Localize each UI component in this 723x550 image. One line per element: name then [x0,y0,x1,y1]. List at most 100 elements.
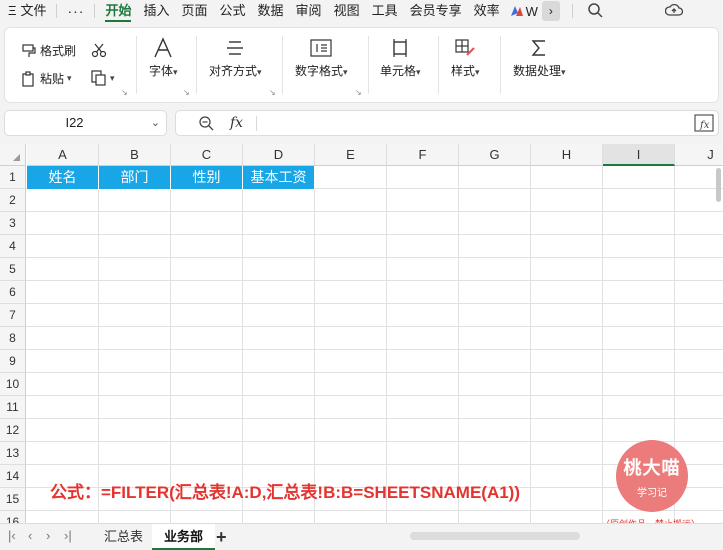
number-format-group: 数字格式▾ ↘ [283,28,369,102]
cloud-sync-icon[interactable] [664,2,684,21]
fx-icon[interactable]: fx [230,112,243,134]
row-header-6[interactable]: 6 [0,281,26,304]
chevron-down-icon: ▾ [475,67,480,77]
sheet-tab-summary[interactable]: 汇总表 [92,524,155,550]
dialog-launcher-icon[interactable]: ↘ [183,88,190,97]
row-header-8[interactable]: 8 [0,327,26,350]
name-box[interactable]: I22 ⌄ [4,110,167,136]
row-header-16[interactable]: 16 [0,511,26,523]
column-header-h[interactable]: H [531,144,603,166]
horizontal-scrollbar[interactable] [410,532,580,540]
row-header-2[interactable]: 2 [0,189,26,212]
grid-row-line [26,441,723,442]
menu-divider [571,4,573,18]
search-icon[interactable] [587,2,603,21]
add-sheet-button[interactable]: + [216,524,227,550]
menu-bar: Ξ 文件 ··· 开始 插入 页面 公式 数据 审阅 视图 工具 会员专享 效率 … [0,0,723,22]
row-header-7[interactable]: 7 [0,304,26,327]
formula-input[interactable] [264,111,688,135]
grid-column-line [530,166,531,523]
chevron-down-icon[interactable]: ⌄ [151,111,160,135]
column-header-b[interactable]: B [99,144,171,166]
formula-divider [256,116,257,131]
dialog-launcher-icon[interactable]: ↘ [121,88,128,97]
paste-button[interactable]: 粘贴 ▾ [21,70,72,87]
zoom-icon[interactable] [198,115,214,134]
data-process-button[interactable]: 数据处理▾ [513,34,566,79]
insert-function-icon[interactable]: fx [694,114,714,135]
align-button[interactable]: 对齐方式▾ [209,34,262,79]
grid-row-line [26,395,723,396]
tab-tools[interactable]: 工具 [366,0,404,22]
scissors-icon [91,43,107,58]
cell-button[interactable]: 单元格▾ [380,34,421,79]
prev-sheet-icon[interactable]: ‹ [28,528,32,543]
hamburger-icon: Ξ [8,3,17,18]
column-header-a[interactable]: A [27,144,99,166]
row-header-10[interactable]: 10 [0,373,26,396]
header-cell-name[interactable]: 姓名 [27,166,99,189]
tab-member[interactable]: 会员专享 [404,0,468,22]
copy-button[interactable]: ▾ [91,70,115,86]
tab-review[interactable]: 审阅 [290,0,328,22]
tab-data[interactable]: 数据 [252,0,290,22]
tab-formula[interactable]: 公式 [214,0,252,22]
grid-row-line [26,211,723,212]
file-menu[interactable]: Ξ 文件 [0,0,52,22]
row-header-9[interactable]: 9 [0,350,26,373]
svg-text:fx: fx [699,120,710,131]
clipboard-group: 格式刷 粘贴 ▾ ▾ ↘ [5,28,137,102]
sheet-tab-business[interactable]: 业务部 [152,524,216,550]
column-header-e[interactable]: E [315,144,387,166]
dialog-launcher-icon[interactable]: ↘ [355,88,362,97]
column-header-i[interactable]: I [603,144,675,166]
column-header-c[interactable]: C [171,144,243,166]
spreadsheet-grid[interactable]: ABCDEFGHIJ 1 2 3 4 5 6 7 8 9 10 11 12 13 14 15 16 姓名 部门… [0,144,723,523]
header-cell-gender[interactable]: 性别 [171,166,243,189]
row-header-14[interactable]: 14 [0,465,26,488]
font-a-icon [154,37,172,58]
dialog-launcher-icon[interactable]: ↘ [269,88,276,97]
formula-bar: fx fx [175,110,719,136]
next-sheet-icon[interactable]: › [46,528,50,543]
chevron-down-icon: ▾ [173,67,178,77]
row-header-5[interactable]: 5 [0,258,26,281]
wps-ai-tab[interactable]: W [506,4,542,19]
row-header-11[interactable]: 11 [0,396,26,419]
column-header-j[interactable]: J [675,144,723,166]
more-menu[interactable]: ··· [61,0,90,22]
column-header-d[interactable]: D [243,144,315,166]
row-header-15[interactable]: 15 [0,488,26,511]
first-sheet-icon[interactable]: |‹ [8,528,16,543]
grid-row-line [26,349,723,350]
grid-row-line [26,418,723,419]
vertical-scrollbar[interactable] [716,168,721,202]
header-cell-department[interactable]: 部门 [99,166,171,189]
grid-column-line [458,166,459,523]
row-header-13[interactable]: 13 [0,442,26,465]
style-button[interactable]: 样式▾ [451,34,480,79]
row-header-3[interactable]: 3 [0,212,26,235]
tab-page[interactable]: 页面 [176,0,214,22]
header-cell-base-salary[interactable]: 基本工资 [243,166,315,189]
cell-group: 单元格▾ [369,28,439,102]
paste-icon [22,70,34,87]
tab-view[interactable]: 视图 [328,0,366,22]
number-format-icon [310,39,332,57]
column-header-f[interactable]: F [387,144,459,166]
number-format-button[interactable]: 数字格式▾ [295,34,348,79]
cut-button[interactable] [91,42,107,58]
tab-efficiency[interactable]: 效率 [468,0,506,22]
column-header-g[interactable]: G [459,144,531,166]
tab-insert[interactable]: 插入 [137,0,175,22]
chevron-right-icon[interactable]: › [541,1,560,21]
font-button[interactable]: 字体▾ [149,34,178,79]
row-header-4[interactable]: 4 [0,235,26,258]
style-brush-icon [455,39,475,56]
row-header-1[interactable]: 1 [0,166,26,189]
format-painter-button[interactable]: 格式刷 [21,42,76,59]
row-header-12[interactable]: 12 [0,419,26,442]
last-sheet-icon[interactable]: ›| [64,528,72,543]
tab-home[interactable]: 开始 [99,0,137,22]
select-all-corner[interactable] [0,144,26,166]
